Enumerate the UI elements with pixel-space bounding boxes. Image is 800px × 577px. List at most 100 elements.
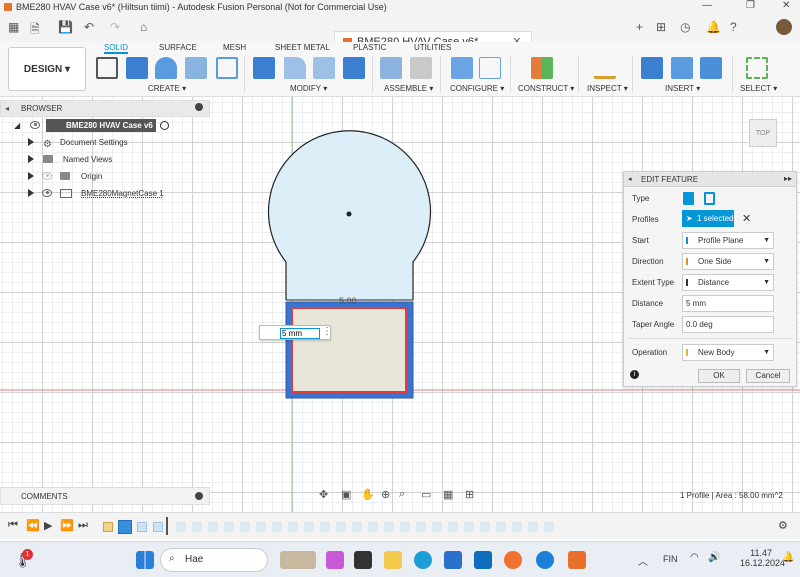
- cursor-icon: ➤: [686, 214, 693, 223]
- timeline-item[interactable]: [103, 522, 113, 532]
- start-icon[interactable]: [136, 551, 154, 569]
- browser-item[interactable]: Origin: [0, 168, 210, 185]
- wifi-icon[interactable]: ◠: [690, 552, 699, 563]
- center-point[interactable]: [346, 211, 352, 217]
- operation-select[interactable]: New Body ▼: [682, 344, 774, 361]
- direction-label: Direction: [632, 257, 664, 266]
- step-back-icon[interactable]: ⏪: [26, 519, 40, 532]
- taper-angle-field[interactable]: 0.0 deg: [682, 316, 774, 333]
- browser-item-label: Document Settings: [60, 138, 128, 147]
- browser-header: ◂ BROWSER: [0, 100, 210, 117]
- status-text: 1 Profile | Area : 58.00 mm^2: [680, 491, 783, 500]
- visibility-icon[interactable]: [30, 121, 40, 129]
- notifications-icon[interactable]: 🔔: [782, 552, 794, 563]
- timeline-settings-icon[interactable]: ⚙: [778, 519, 788, 532]
- component-icon: [60, 189, 72, 198]
- visibility-icon[interactable]: [42, 172, 52, 180]
- distance-input[interactable]: [280, 328, 320, 339]
- new-body-icon: [686, 349, 694, 356]
- taskbar-search[interactable]: ⌕ Hae: [160, 548, 268, 572]
- ok-button[interactable]: OK: [698, 369, 740, 383]
- thin-type-icon[interactable]: [704, 192, 715, 205]
- info-icon[interactable]: i: [630, 370, 639, 379]
- search-icon: ⌕: [169, 553, 175, 564]
- chrome-icon[interactable]: [536, 551, 554, 569]
- profiles-selection-button[interactable]: ➤ 1 selected: [682, 210, 734, 227]
- language-indicator[interactable]: FIN: [663, 554, 678, 564]
- chevron-down-icon: ▼: [763, 349, 770, 356]
- volume-icon[interactable]: 🔊: [708, 552, 720, 563]
- zoom-icon[interactable]: ⊕: [381, 488, 390, 501]
- firefox-icon[interactable]: [504, 551, 522, 569]
- add-comment-icon[interactable]: [195, 492, 203, 500]
- extent-type-label: Extent Type: [632, 278, 675, 287]
- timeline-features[interactable]: [176, 522, 556, 532]
- browser-item[interactable]: ⚙ Document Settings: [0, 134, 210, 151]
- pin-icon[interactable]: [195, 103, 203, 111]
- solid-type-icon[interactable]: [683, 192, 694, 205]
- view-cube[interactable]: TOP: [749, 119, 777, 147]
- more-options-icon[interactable]: ⋮: [322, 326, 332, 337]
- edge-icon[interactable]: [414, 551, 432, 569]
- tray-chevron-icon[interactable]: ︿: [638, 553, 648, 568]
- browser-item[interactable]: Named Views: [0, 151, 210, 168]
- pan-icon[interactable]: ✋: [361, 488, 375, 501]
- expand-arrow-icon[interactable]: [28, 138, 34, 146]
- collapse-icon[interactable]: ◂: [5, 104, 9, 113]
- timeline-item[interactable]: [137, 522, 147, 532]
- visibility-icon[interactable]: [42, 189, 52, 197]
- clear-selection-icon[interactable]: ✕: [742, 212, 751, 225]
- clock-date: 16.12.2024: [740, 558, 786, 568]
- one-side-icon: [686, 258, 694, 265]
- expand-arrow-icon[interactable]: [28, 155, 34, 163]
- expand-icon[interactable]: ◢: [14, 117, 20, 134]
- go-to-start-icon[interactable]: ⏮: [8, 519, 18, 532]
- chevron-down-icon: ▼: [763, 279, 770, 286]
- browser-item-label: Named Views: [63, 155, 113, 164]
- orbit-icon[interactable]: ✥: [319, 488, 328, 501]
- widget-image-icon[interactable]: [280, 551, 316, 569]
- start-value: Profile Plane: [698, 236, 744, 245]
- file-explorer-icon[interactable]: [384, 551, 402, 569]
- extent-type-select[interactable]: Distance ▼: [682, 274, 774, 291]
- copilot-icon[interactable]: [326, 551, 344, 569]
- display-settings-icon[interactable]: ▭: [421, 488, 431, 501]
- start-select[interactable]: Profile Plane ▼: [682, 232, 774, 249]
- outlook-icon[interactable]: [474, 551, 492, 569]
- step-forward-icon[interactable]: ⏩: [60, 519, 74, 532]
- look-at-icon[interactable]: ▣: [341, 488, 351, 501]
- fit-icon[interactable]: ⌕: [399, 488, 405, 501]
- viewports-icon[interactable]: ⊞: [465, 488, 474, 501]
- play-icon[interactable]: ▶: [44, 519, 52, 532]
- timeline-item[interactable]: [153, 522, 163, 532]
- comments-bar[interactable]: COMMENTS: [0, 487, 210, 505]
- root-component[interactable]: BME280 HVAV Case v6: [46, 119, 156, 132]
- grid-settings-icon[interactable]: ▦: [443, 488, 453, 501]
- expand-arrow-icon[interactable]: [28, 189, 34, 197]
- windows-taskbar: 🌡 1 ⌕ Hae ︿ FIN ◠ 🔊 11.47 16.12.2024 🔔: [0, 541, 800, 577]
- fusion-taskbar-icon[interactable]: [568, 551, 586, 569]
- timeline-marker[interactable]: [166, 517, 168, 535]
- expand-arrow-icon[interactable]: [28, 172, 34, 180]
- go-to-end-icon[interactable]: ⏭: [78, 519, 88, 532]
- operation-value: New Body: [698, 348, 735, 357]
- browser-root[interactable]: ◢ BME280 HVAV Case v6: [0, 117, 210, 134]
- cancel-button[interactable]: Cancel: [746, 369, 790, 383]
- edit-feature-dialog: ◂ EDIT FEATURE ▸▸ Type Profiles ➤ 1 selecte…: [623, 171, 797, 387]
- activate-radio-icon[interactable]: [160, 121, 169, 130]
- expand-dialog-icon[interactable]: ▸▸: [784, 174, 792, 183]
- timeline-item-active[interactable]: [118, 520, 132, 534]
- browser-title: BROWSER: [21, 104, 63, 113]
- task-view-icon[interactable]: [354, 551, 372, 569]
- distance-label: Distance: [632, 299, 664, 308]
- browser-item-label: Origin: [81, 172, 103, 181]
- distance-field[interactable]: 5 mm: [682, 295, 774, 312]
- taskbar-clock[interactable]: 11.47 16.12.2024: [740, 548, 786, 568]
- extrude-top-face[interactable]: [291, 307, 407, 393]
- taper-angle-label: Taper Angle: [632, 320, 675, 329]
- collapse-icon[interactable]: ◂: [628, 175, 632, 183]
- store-icon[interactable]: [444, 551, 462, 569]
- direction-select[interactable]: One Side ▼: [682, 253, 774, 270]
- distance-input-box[interactable]: ⋮: [259, 325, 332, 340]
- browser-item[interactable]: BME280MagnetCase 1: [0, 185, 210, 202]
